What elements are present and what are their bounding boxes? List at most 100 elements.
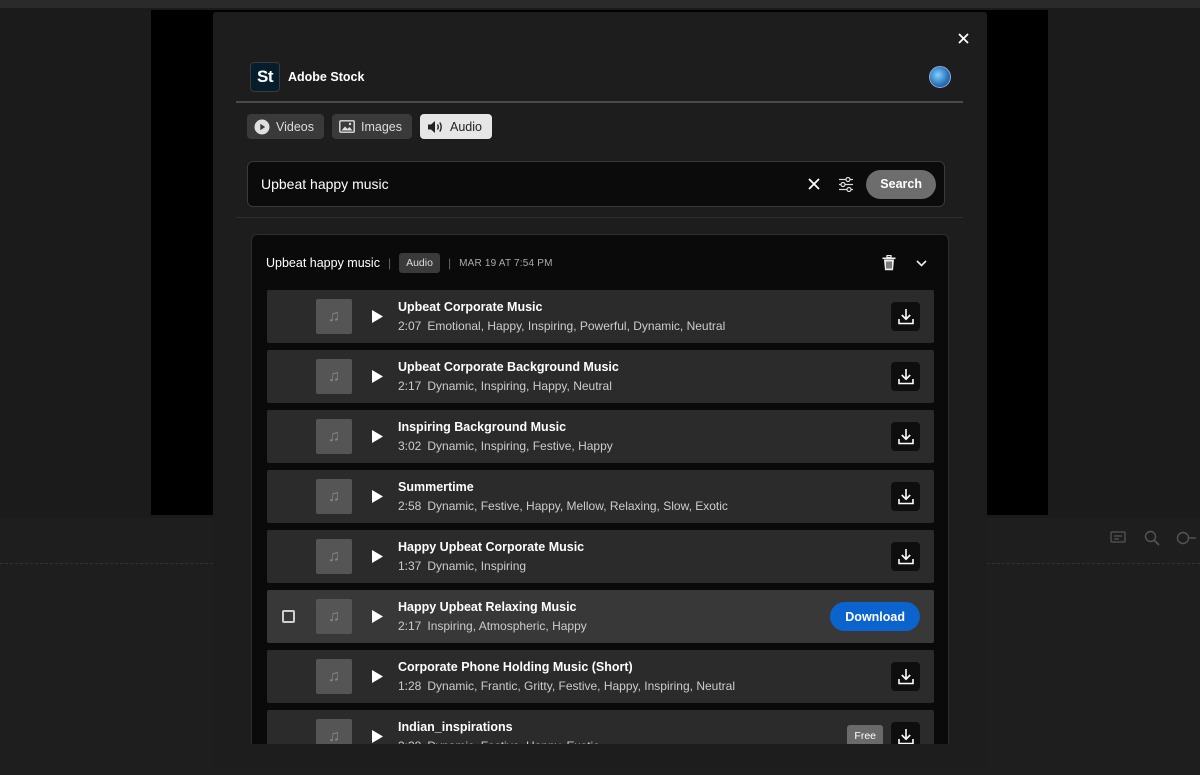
track-row[interactable]: ♫ Indian_inspirations 3:38 Dynamic, Festi… (267, 710, 934, 744)
collapse-button[interactable] (912, 254, 930, 272)
search-bar: Search (247, 161, 945, 207)
play-button[interactable] (368, 367, 386, 385)
separator: | (387, 256, 392, 270)
close-button[interactable] (953, 28, 973, 48)
tab-images[interactable]: Images (332, 114, 412, 139)
download-button[interactable] (891, 722, 920, 744)
play-icon (371, 429, 383, 443)
captions-icon[interactable] (1108, 528, 1128, 548)
play-button[interactable] (368, 667, 386, 685)
track-row[interactable]: ♫ Happy Upbeat Corporate Music 1:37 Dynam… (267, 530, 934, 583)
track-meta: 1:37 Dynamic, Inspiring (398, 559, 526, 573)
track-tags: Dynamic, Festive, Happy, Exotic (427, 739, 599, 744)
download-button[interactable] (891, 662, 920, 691)
tab-audio-label: Audio (450, 119, 482, 134)
track-title: Summertime (398, 480, 474, 494)
download-icon (897, 309, 914, 325)
track-duration: 2:17 (398, 379, 422, 393)
music-note-icon: ♫ (316, 599, 352, 634)
track-meta: 2:58 Dynamic, Festive, Happy, Mellow, Rel… (398, 499, 728, 513)
play-icon (371, 309, 383, 323)
download-icon (897, 729, 914, 744)
header-divider (236, 101, 963, 103)
adobe-stock-dialog: St Adobe Stock Videos Images Audio Searc… (213, 12, 987, 770)
play-button[interactable] (368, 547, 386, 565)
clear-search-button[interactable] (800, 170, 828, 198)
download-button[interactable] (891, 542, 920, 571)
separator: | (447, 256, 452, 270)
track-meta: 3:38 Dynamic, Festive, Happy, Exotic (398, 739, 599, 744)
download-icon (897, 429, 914, 445)
track-tags: Inspiring, Atmospheric, Happy (427, 619, 587, 633)
play-circle-icon (254, 119, 270, 134)
track-tags: Dynamic, Frantic, Gritty, Festive, Happy… (427, 679, 736, 693)
media-type-tabs: Videos Images Audio (247, 114, 492, 139)
filter-button[interactable] (832, 170, 860, 198)
play-icon (371, 489, 383, 503)
track-meta: 2:17 Dynamic, Inspiring, Happy, Neutral (398, 379, 612, 393)
download-icon (897, 369, 914, 385)
chevron-down-icon (915, 259, 927, 267)
download-button[interactable] (891, 422, 920, 451)
download-button[interactable] (891, 362, 920, 391)
avatar[interactable] (929, 66, 951, 88)
search-results-panel: Upbeat happy music | Audio | MAR 19 AT 7… (251, 234, 949, 744)
search-button[interactable]: Search (866, 169, 936, 199)
track-meta: 2:07 Emotional, Happy, Inspiring, Powerfu… (398, 319, 725, 333)
track-duration: 2:07 (398, 319, 422, 333)
track-duration: 1:28 (398, 679, 422, 693)
track-row[interactable]: ♫ Happy Upbeat Relaxing Music 2:17 Inspir… (267, 590, 934, 643)
download-button[interactable] (891, 482, 920, 511)
trash-icon (882, 255, 896, 271)
free-badge: Free (847, 725, 883, 744)
play-button[interactable] (368, 487, 386, 505)
music-note-icon: ♫ (316, 539, 352, 574)
play-icon (371, 549, 383, 563)
search-input[interactable] (261, 176, 797, 192)
tab-videos[interactable]: Videos (247, 114, 324, 139)
play-icon (371, 729, 383, 743)
track-duration: 3:02 (398, 439, 422, 453)
download-button[interactable]: Download (830, 602, 920, 631)
adobe-stock-logo: St (250, 62, 280, 92)
delete-button[interactable] (880, 254, 898, 272)
zoom-slider-handle[interactable] (1176, 528, 1196, 548)
zoom-icon[interactable] (1142, 528, 1162, 548)
track-duration: 2:58 (398, 499, 422, 513)
track-title: Happy Upbeat Corporate Music (398, 540, 585, 554)
track-tags: Emotional, Happy, Inspiring, Powerful, D… (427, 319, 726, 333)
app-top-bar (0, 0, 1200, 8)
track-checkbox[interactable] (282, 610, 295, 623)
tab-images-label: Images (361, 119, 402, 134)
results-actions (880, 254, 930, 272)
track-title: Happy Upbeat Relaxing Music (398, 600, 577, 614)
play-button[interactable] (368, 427, 386, 445)
track-row[interactable]: ♫ Upbeat Corporate Background Music 2:17… (267, 350, 934, 403)
download-icon (897, 489, 914, 505)
results-query: Upbeat happy music (266, 256, 380, 270)
track-row[interactable]: ♫ Summertime 2:58 Dynamic, Festive, Happy… (267, 470, 934, 523)
music-note-icon: ♫ (316, 479, 352, 514)
speaker-icon (428, 120, 442, 133)
play-icon (371, 669, 383, 683)
track-tags: Dynamic, Inspiring, Festive, Happy (427, 439, 613, 453)
track-row[interactable]: ♫ Corporate Phone Holding Music (Short) … (267, 650, 934, 703)
play-button[interactable] (368, 307, 386, 325)
track-tags: Dynamic, Inspiring (427, 559, 527, 573)
track-title: Indian_inspirations (398, 720, 513, 734)
play-button[interactable] (368, 727, 386, 744)
download-icon (897, 549, 914, 565)
track-tags: Dynamic, Festive, Happy, Mellow, Relaxin… (427, 499, 728, 513)
track-row[interactable]: ♫ Inspiring Background Music 3:02 Dynamic… (267, 410, 934, 463)
tab-audio[interactable]: Audio (420, 114, 492, 139)
download-button[interactable] (891, 302, 920, 331)
results-timestamp: MAR 19 AT 7:54 PM (459, 257, 553, 269)
track-duration: 3:38 (398, 739, 421, 744)
track-title: Upbeat Corporate Background Music (398, 360, 619, 374)
track-title: Corporate Phone Holding Music (Short) (398, 660, 633, 674)
track-title: Inspiring Background Music (398, 420, 567, 434)
image-icon (339, 120, 355, 133)
track-row[interactable]: ♫ Upbeat Corporate Music 2:07 Emotional, … (267, 290, 934, 343)
play-button[interactable] (368, 607, 386, 625)
track-tags: Dynamic, Inspiring, Happy, Neutral (427, 379, 612, 393)
